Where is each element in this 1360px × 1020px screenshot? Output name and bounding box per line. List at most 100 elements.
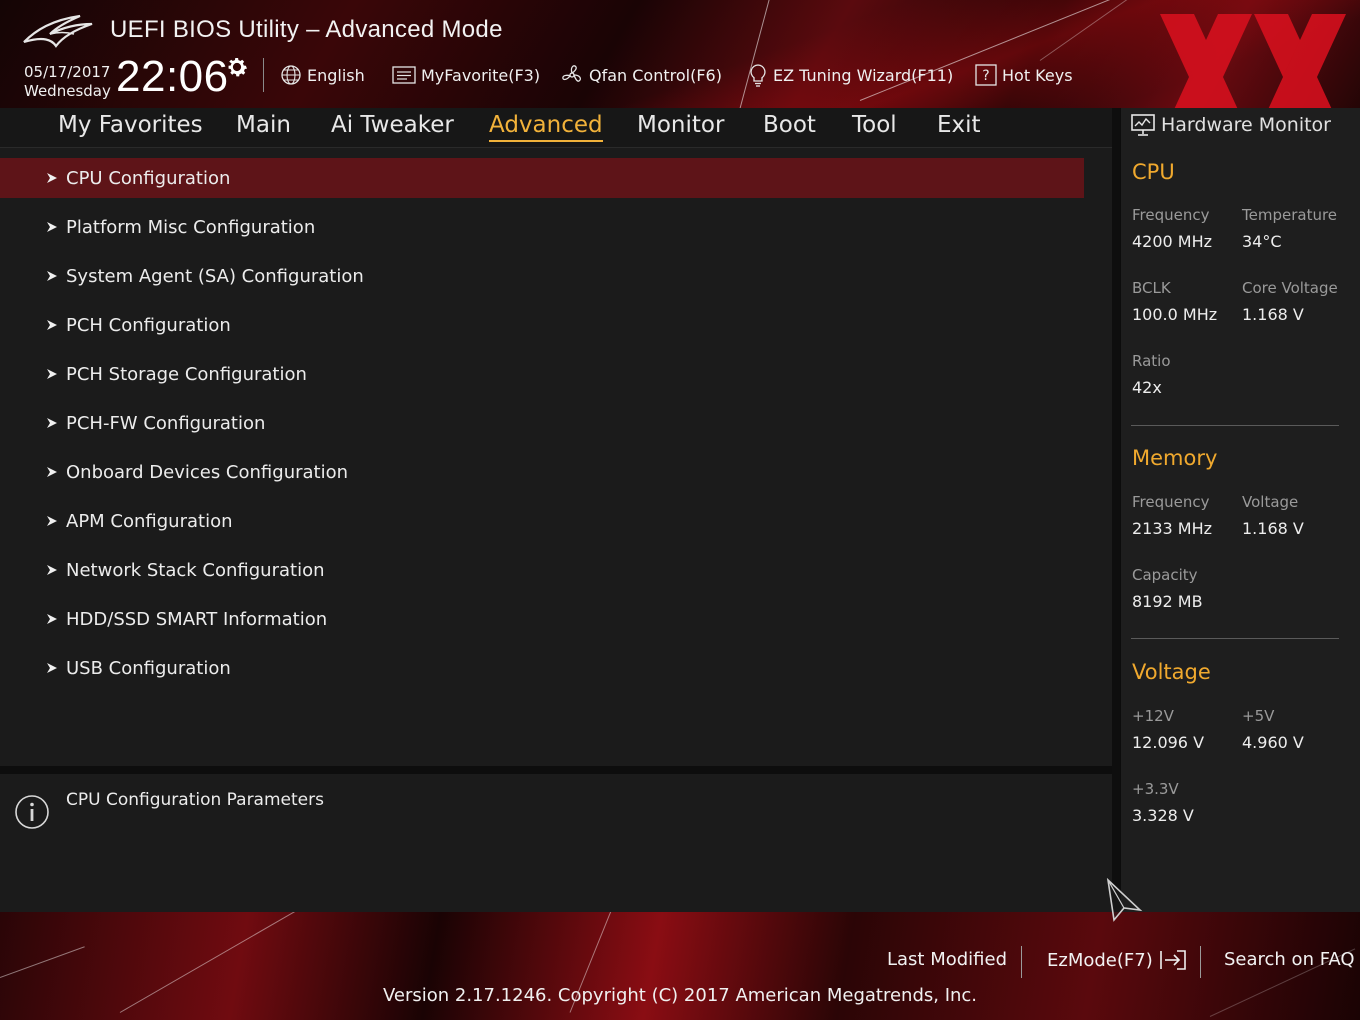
menu-item-label: USB Configuration <box>66 657 231 679</box>
search-on-faq-button[interactable]: Search on FAQ <box>1224 949 1355 970</box>
menu-item-pch-fw-configuration[interactable]: PCH-FW Configuration <box>0 403 1084 443</box>
date-display: 05/17/2017 Wednesday <box>24 63 111 101</box>
menu-item-label: PCH Storage Configuration <box>66 363 307 385</box>
my-favorite-button[interactable]: MyFavorite(F3) <box>392 62 540 88</box>
app-title: UEFI BIOS Utility – Advanced Mode <box>110 16 503 43</box>
tab-advanced[interactable]: Advanced <box>489 112 603 142</box>
advanced-menu-list: CPU Configuration Platform Misc Configur… <box>0 148 1112 766</box>
mouse-cursor-icon <box>1106 878 1143 922</box>
ezmode-label: EzMode(F7) <box>1047 949 1153 971</box>
memory-voltage-value: 1.168 V <box>1242 519 1304 538</box>
menu-item-cpu-configuration[interactable]: CPU Configuration <box>0 158 1084 198</box>
tab-tool[interactable]: Tool <box>852 112 897 140</box>
ez-tuning-wizard-button[interactable]: EZ Tuning Wizard(F11) <box>748 62 953 88</box>
footer-separator <box>1021 946 1022 978</box>
cpu-frequency-label: Frequency <box>1132 206 1210 224</box>
hot-keys-button[interactable]: ? Hot Keys <box>975 62 1073 88</box>
tab-my-favorites[interactable]: My Favorites <box>58 112 203 140</box>
last-modified-label: Last Modified <box>887 949 1008 970</box>
qfan-control-label: Qfan Control(F6) <box>589 65 722 85</box>
core-voltage-value: 1.168 V <box>1242 305 1304 324</box>
memory-heading: Memory <box>1132 446 1218 470</box>
top-header: UEFI BIOS Utility – Advanced Mode 05/17/… <box>0 0 1360 108</box>
menu-item-onboard-devices-configuration[interactable]: Onboard Devices Configuration <box>0 452 1084 492</box>
menu-item-label: Platform Misc Configuration <box>66 216 316 238</box>
fan-icon <box>562 65 581 82</box>
cpu-frequency-value: 4200 MHz <box>1132 232 1213 251</box>
qfan-control-button[interactable]: Qfan Control(F6) <box>560 62 722 88</box>
menu-item-apm-configuration[interactable]: APM Configuration <box>0 501 1084 541</box>
menu-item-label: HDD/SSD SMART Information <box>66 608 328 630</box>
language-button[interactable]: English <box>280 62 365 88</box>
menu-item-label: CPU Configuration <box>66 167 231 189</box>
cpu-temperature-label: Temperature <box>1242 206 1338 224</box>
menu-item-label: PCH Configuration <box>66 314 231 336</box>
date-text: 05/17/2017 <box>24 63 111 81</box>
main-tab-bar: My Favorites Main Ai Tweaker Advanced Mo… <box>0 108 1112 148</box>
v33-value: 3.328 V <box>1132 806 1194 825</box>
panel-divider <box>0 766 1112 774</box>
tab-ai-tweaker[interactable]: Ai Tweaker <box>331 112 454 140</box>
exit-arrow-icon <box>1159 950 1186 970</box>
memory-frequency-value: 2133 MHz <box>1132 519 1213 538</box>
hardware-monitor-panel: Hardware Monitor CPU Frequency Temperatu… <box>1120 108 1360 912</box>
menu-item-system-agent-configuration[interactable]: System Agent (SA) Configuration <box>0 256 1084 296</box>
menu-item-pch-configuration[interactable]: PCH Configuration <box>0 305 1084 345</box>
bclk-value: 100.0 MHz <box>1132 305 1218 324</box>
question-box-icon: ? <box>975 64 997 86</box>
gear-icon[interactable] <box>224 54 250 80</box>
v33-label: +3.3V <box>1132 780 1179 798</box>
day-text: Wednesday <box>24 82 111 100</box>
rog-logo-icon <box>23 14 93 48</box>
bclk-label: BCLK <box>1132 279 1171 297</box>
submenu-arrow-icon <box>47 418 57 428</box>
submenu-arrow-icon <box>47 516 57 526</box>
menu-item-pch-storage-configuration[interactable]: PCH Storage Configuration <box>0 354 1084 394</box>
menu-item-network-stack-configuration[interactable]: Network Stack Configuration <box>0 550 1084 590</box>
section-divider <box>1131 425 1339 426</box>
clock-display: 22:06 <box>116 52 229 101</box>
hardware-monitor-title: Hardware Monitor <box>1131 114 1331 136</box>
tab-exit[interactable]: Exit <box>937 112 981 140</box>
my-favorite-label: MyFavorite(F3) <box>421 65 541 85</box>
language-label: English <box>307 65 365 85</box>
tab-monitor[interactable]: Monitor <box>637 112 724 140</box>
memory-capacity-label: Capacity <box>1132 566 1198 584</box>
monitor-screen-icon <box>1131 114 1155 136</box>
core-voltage-label: Core Voltage <box>1242 279 1338 297</box>
v12-value: 12.096 V <box>1132 733 1205 752</box>
hardware-monitor-label: Hardware Monitor <box>1161 114 1331 136</box>
submenu-arrow-icon <box>47 320 57 330</box>
header-separator <box>263 58 264 92</box>
menu-item-label: System Agent (SA) Configuration <box>66 265 364 287</box>
tab-main[interactable]: Main <box>236 112 291 140</box>
hot-keys-label: Hot Keys <box>1002 65 1073 85</box>
v12-label: +12V <box>1132 707 1174 725</box>
help-description: CPU Configuration Parameters <box>66 790 324 810</box>
menu-item-label: Onboard Devices Configuration <box>66 461 349 483</box>
menu-item-hdd-ssd-smart-information[interactable]: HDD/SSD SMART Information <box>0 599 1084 639</box>
search-on-faq-label: Search on FAQ <box>1224 949 1355 970</box>
submenu-arrow-icon <box>47 369 57 379</box>
voltage-heading: Voltage <box>1132 660 1211 684</box>
menu-item-label: Network Stack Configuration <box>66 559 325 581</box>
decorative-streak <box>0 946 85 978</box>
version-text: Version 2.17.1246. Copyright (C) 2017 Am… <box>382 985 978 1006</box>
section-divider <box>1131 638 1339 639</box>
cpu-heading: CPU <box>1132 160 1175 184</box>
submenu-arrow-icon <box>47 222 57 232</box>
memory-capacity-value: 8192 MB <box>1132 592 1203 611</box>
menu-item-label: PCH-FW Configuration <box>66 412 266 434</box>
last-modified-button[interactable]: Last Modified <box>887 949 1007 970</box>
submenu-arrow-icon <box>47 565 57 575</box>
menu-item-usb-configuration[interactable]: USB Configuration <box>0 648 1084 688</box>
lightbulb-icon <box>750 64 766 87</box>
ezmode-button[interactable]: EzMode(F7) <box>1047 949 1189 971</box>
footer-separator <box>1200 946 1201 978</box>
memory-voltage-label: Voltage <box>1242 493 1299 511</box>
menu-item-platform-misc-configuration[interactable]: Platform Misc Configuration <box>0 207 1084 247</box>
submenu-arrow-icon <box>47 271 57 281</box>
tab-boot[interactable]: Boot <box>763 112 816 140</box>
decorative-streak <box>739 0 772 108</box>
ratio-label: Ratio <box>1132 352 1171 370</box>
